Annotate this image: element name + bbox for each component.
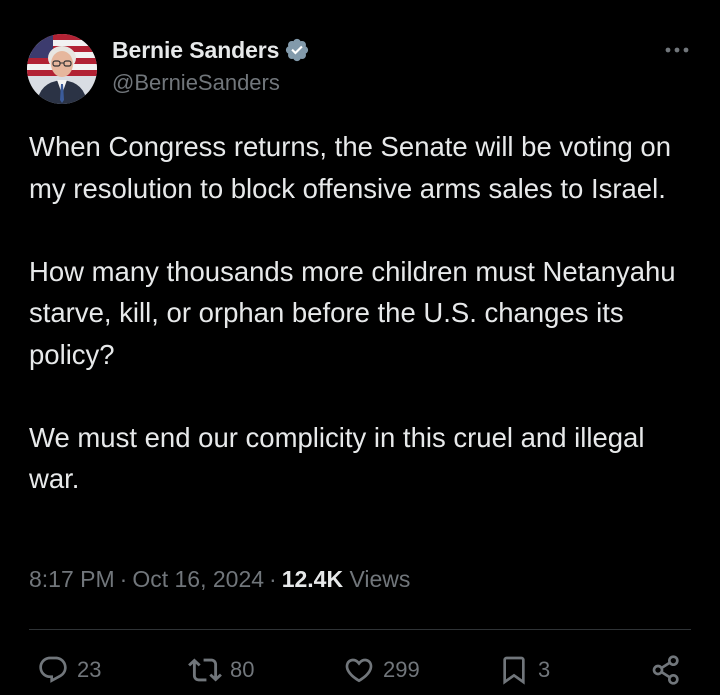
views-count[interactable]: 12.4K bbox=[282, 566, 343, 592]
separator-dot: · bbox=[119, 566, 128, 592]
tweet-paragraph: When Congress returns, the Senate will b… bbox=[29, 131, 672, 204]
more-options-icon[interactable] bbox=[663, 38, 691, 62]
reply-button[interactable]: 23 bbox=[37, 650, 101, 690]
verified-badge-icon bbox=[286, 38, 309, 62]
bookmark-icon bbox=[503, 656, 525, 685]
repost-button[interactable]: 80 bbox=[188, 650, 254, 690]
tweet-meta: 8:17 PM · Oct 16, 2024 · 12.4K Views bbox=[29, 566, 410, 593]
handle[interactable]: @BernieSanders bbox=[112, 70, 280, 96]
reply-count: 23 bbox=[77, 657, 102, 682]
tweet: Bernie Sanders @BernieSanders When Congr… bbox=[0, 0, 720, 695]
share-button[interactable] bbox=[650, 650, 682, 690]
like-button[interactable]: 299 bbox=[343, 650, 420, 690]
tweet-time[interactable]: 8:17 PM bbox=[29, 566, 115, 592]
divider bbox=[29, 629, 691, 630]
repost-icon bbox=[188, 658, 222, 682]
share-icon bbox=[652, 655, 679, 685]
tweet-paragraph: We must end our complicity in this cruel… bbox=[29, 421, 645, 495]
bookmark-button[interactable]: 3 bbox=[498, 650, 550, 690]
tweet-paragraph: How many thousands more children must Ne… bbox=[29, 255, 676, 370]
bookmark-count: 3 bbox=[538, 657, 551, 682]
heart-icon bbox=[345, 658, 373, 683]
separator-dot: · bbox=[269, 566, 277, 592]
reply-icon bbox=[39, 656, 67, 683]
like-count: 299 bbox=[383, 657, 420, 682]
avatar[interactable] bbox=[27, 34, 97, 104]
repost-count: 80 bbox=[230, 657, 255, 682]
profile-photo-icon bbox=[27, 34, 97, 104]
author-name-row[interactable]: Bernie Sanders bbox=[112, 35, 310, 65]
tweet-date[interactable]: Oct 16, 2024 bbox=[132, 566, 264, 592]
display-name[interactable]: Bernie Sanders bbox=[112, 37, 279, 64]
tweet-text: When Congress returns, the Senate will b… bbox=[29, 126, 694, 500]
views-label[interactable]: Views bbox=[349, 566, 410, 592]
